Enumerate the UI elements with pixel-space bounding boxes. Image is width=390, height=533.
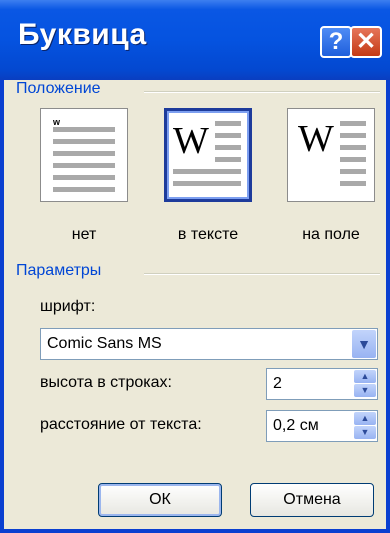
position-group-label: Положение — [16, 80, 101, 97]
text-line — [340, 145, 366, 150]
text-line — [340, 169, 366, 174]
distance-label: расстояние от текста: — [40, 416, 202, 433]
font-value: Comic Sans MS — [47, 335, 162, 352]
title-bar[interactable]: Буквица ? ✕ — [0, 0, 390, 80]
text-line — [215, 121, 241, 126]
params-divider — [144, 273, 380, 275]
arrow-up-icon[interactable]: ▲ — [354, 370, 376, 383]
text-line — [215, 133, 241, 138]
text-line — [340, 157, 366, 162]
arrow-down-icon[interactable]: ▼ — [354, 426, 376, 439]
distance-spinner[interactable]: 0,2 см ▲ ▼ — [266, 410, 378, 442]
help-button[interactable]: ? — [320, 26, 352, 58]
arrow-down-icon[interactable]: ▼ — [354, 384, 376, 397]
option-in-margin[interactable]: W — [287, 108, 375, 202]
window-title: Буквица — [18, 18, 147, 51]
text-line — [340, 133, 366, 138]
option-in-margin-label: на поле — [302, 226, 360, 243]
dropcap-letter: W — [298, 118, 334, 160]
text-line — [340, 181, 366, 186]
lines-label: высота в строках: — [40, 374, 172, 391]
dropcap-dialog: Буквица ? ✕ Положение w нет W в тексте W… — [0, 0, 390, 533]
font-label: шрифт: — [40, 298, 96, 315]
distance-value: 0,2 см — [273, 417, 319, 434]
params-group-label: Параметры — [16, 262, 102, 279]
text-line — [53, 151, 115, 156]
text-line — [340, 121, 366, 126]
arrow-up-icon[interactable]: ▲ — [354, 412, 376, 425]
option-none-label: нет — [71, 226, 97, 243]
ok-button[interactable]: ОК — [98, 483, 222, 517]
font-select[interactable]: Comic Sans MS ▼ — [40, 328, 378, 360]
position-divider — [144, 91, 380, 93]
dropcap-letter: W — [173, 120, 209, 162]
text-line — [173, 181, 241, 186]
option-none[interactable]: w — [40, 108, 128, 202]
lines-spinner[interactable]: 2 ▲ ▼ — [266, 368, 378, 400]
text-line — [215, 145, 241, 150]
cancel-button[interactable]: Отмена — [250, 483, 374, 517]
text-line — [53, 127, 115, 132]
text-line — [53, 163, 115, 168]
text-line — [53, 187, 115, 192]
small-letter: w — [53, 117, 61, 127]
text-line — [53, 175, 115, 180]
lines-value: 2 — [273, 375, 282, 392]
text-line — [53, 139, 115, 144]
text-line — [215, 157, 241, 162]
text-line — [173, 169, 241, 174]
option-in-text-label: в тексте — [177, 226, 239, 243]
option-in-text[interactable]: W — [164, 108, 252, 202]
close-button[interactable]: ✕ — [350, 26, 382, 58]
chevron-down-icon[interactable]: ▼ — [352, 330, 376, 358]
